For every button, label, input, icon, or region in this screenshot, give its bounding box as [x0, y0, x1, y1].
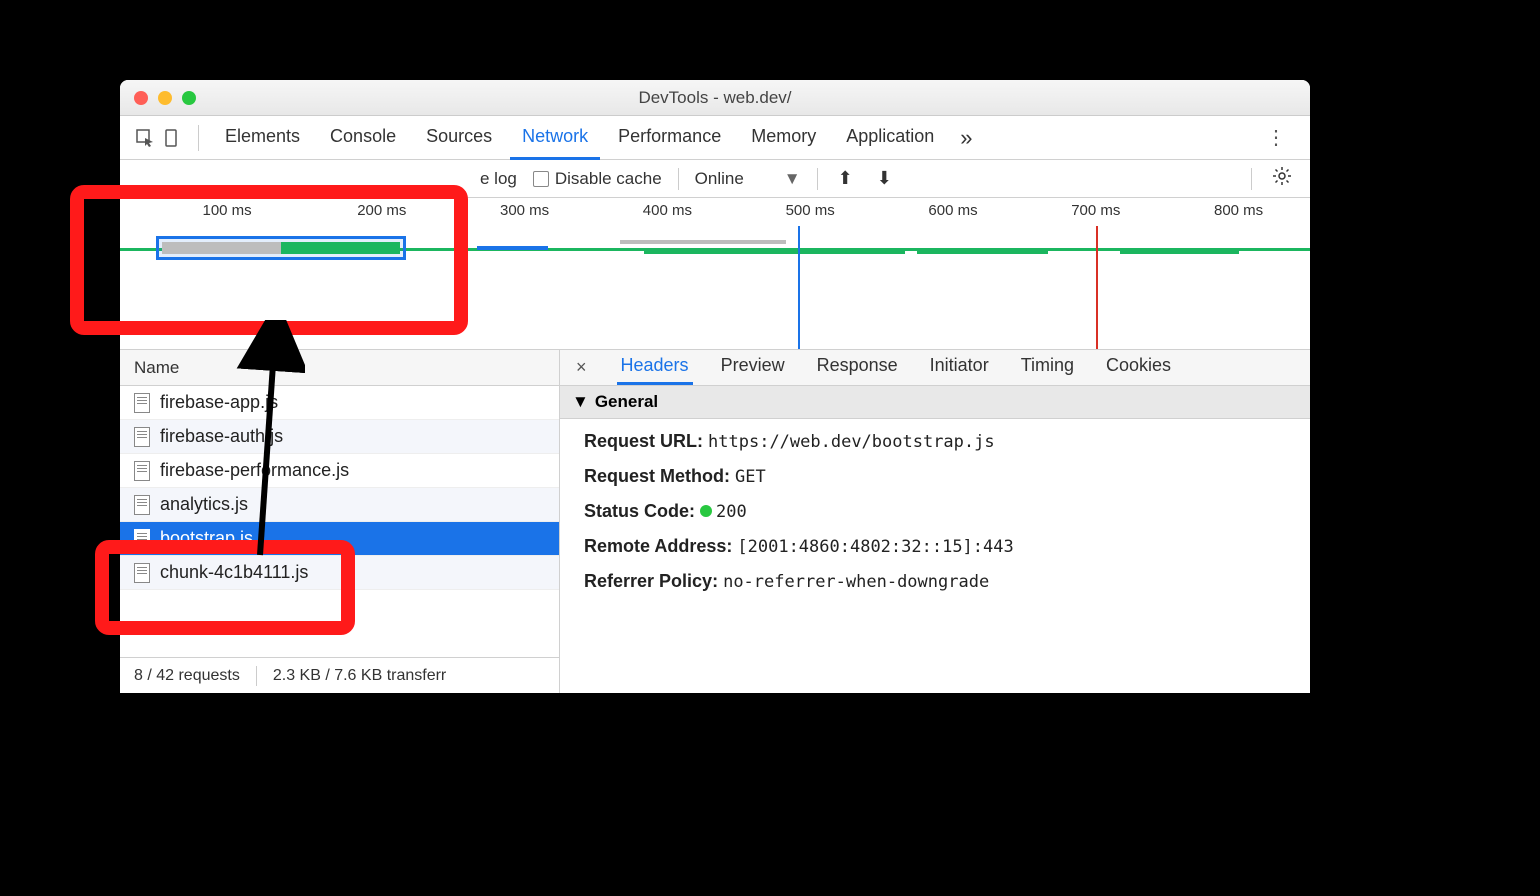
device-icon[interactable] [162, 127, 184, 149]
download-har-icon[interactable]: ⬇ [873, 168, 896, 189]
tab-sources[interactable]: Sources [414, 116, 504, 160]
request-url-row: Request URL: https://web.dev/bootstrap.j… [584, 431, 1286, 452]
tab-memory[interactable]: Memory [739, 116, 828, 160]
disclosure-triangle-icon: ▼ [572, 392, 589, 412]
chevron-down-icon: ▼ [784, 169, 801, 189]
checkbox-icon [533, 171, 549, 187]
table-row[interactable]: chunk-4c1b4111.js [120, 556, 559, 590]
referrer-policy-row: Referrer Policy: no-referrer-when-downgr… [584, 571, 1286, 592]
preserve-log-checkbox[interactable]: e log [480, 169, 517, 189]
tab-console[interactable]: Console [318, 116, 408, 160]
detail-tab-initiator[interactable]: Initiator [926, 351, 993, 385]
name-column-header[interactable]: Name [120, 350, 559, 386]
detail-tab-cookies[interactable]: Cookies [1102, 351, 1175, 385]
table-row[interactable]: analytics.js [120, 488, 559, 522]
settings-gear-icon[interactable] [1268, 166, 1296, 191]
general-section-header[interactable]: ▼ General [560, 386, 1310, 419]
panel-tabs: Elements Console Sources Network Perform… [120, 116, 1310, 160]
detail-tabs: × Headers Preview Response Initiator Tim… [560, 350, 1310, 386]
network-toolbar: e log Disable cache Online ▼ ⬆ ⬇ [120, 160, 1310, 198]
close-detail-icon[interactable]: × [570, 357, 593, 378]
request-list[interactable]: firebase-app.js firebase-auth.js firebas… [120, 386, 559, 657]
throttling-select[interactable]: Online ▼ [695, 169, 801, 189]
file-icon [134, 529, 150, 549]
tab-performance[interactable]: Performance [606, 116, 733, 160]
kebab-menu-icon[interactable]: ⋮ [1256, 125, 1296, 150]
request-detail-pane: × Headers Preview Response Initiator Tim… [560, 350, 1310, 693]
table-row[interactable]: firebase-auth.js [120, 420, 559, 454]
file-icon [134, 461, 150, 481]
tab-application[interactable]: Application [834, 116, 946, 160]
domcontentloaded-marker [798, 226, 800, 349]
inspect-icon[interactable] [134, 127, 156, 149]
load-marker [1096, 226, 1098, 349]
file-icon [134, 563, 150, 583]
requests-count: 8 / 42 requests [134, 667, 240, 685]
status-code-row: Status Code: 200 [584, 501, 1286, 522]
remote-address-row: Remote Address: [2001:4860:4802:32::15]:… [584, 536, 1286, 557]
table-row[interactable]: firebase-performance.js [120, 454, 559, 488]
transfer-size: 2.3 KB / 7.6 KB transferr [273, 667, 446, 685]
titlebar: DevTools - web.dev/ [120, 80, 1310, 116]
detail-tab-timing[interactable]: Timing [1017, 351, 1078, 385]
file-icon [134, 495, 150, 515]
file-icon [134, 427, 150, 447]
status-bar: 8 / 42 requests 2.3 KB / 7.6 KB transfer… [120, 657, 559, 693]
disable-cache-checkbox[interactable]: Disable cache [533, 169, 662, 189]
request-method-row: Request Method: GET [584, 466, 1286, 487]
table-row[interactable]: firebase-app.js [120, 386, 559, 420]
devtools-window: DevTools - web.dev/ Elements Console Sou… [120, 80, 1310, 693]
status-ok-icon [700, 505, 712, 517]
tab-network[interactable]: Network [510, 116, 600, 160]
detail-tab-preview[interactable]: Preview [717, 351, 789, 385]
general-section-body: Request URL: https://web.dev/bootstrap.j… [560, 419, 1310, 604]
tab-elements[interactable]: Elements [213, 116, 312, 160]
detail-tab-response[interactable]: Response [813, 351, 902, 385]
timeline-overview[interactable]: 100 ms 200 ms 300 ms 400 ms 500 ms 600 m… [120, 198, 1310, 350]
timeline-ticks: 100 ms 200 ms 300 ms 400 ms 500 ms 600 m… [120, 202, 1310, 220]
request-list-pane: Name firebase-app.js firebase-auth.js fi… [120, 350, 560, 693]
table-row-selected[interactable]: bootstrap.js [120, 522, 559, 556]
window-title: DevTools - web.dev/ [120, 88, 1310, 108]
detail-tab-headers[interactable]: Headers [617, 351, 693, 385]
upload-har-icon[interactable]: ⬆ [834, 168, 857, 189]
waterfall-bars [120, 228, 1310, 278]
file-icon [134, 393, 150, 413]
more-tabs-icon[interactable]: » [954, 125, 978, 151]
